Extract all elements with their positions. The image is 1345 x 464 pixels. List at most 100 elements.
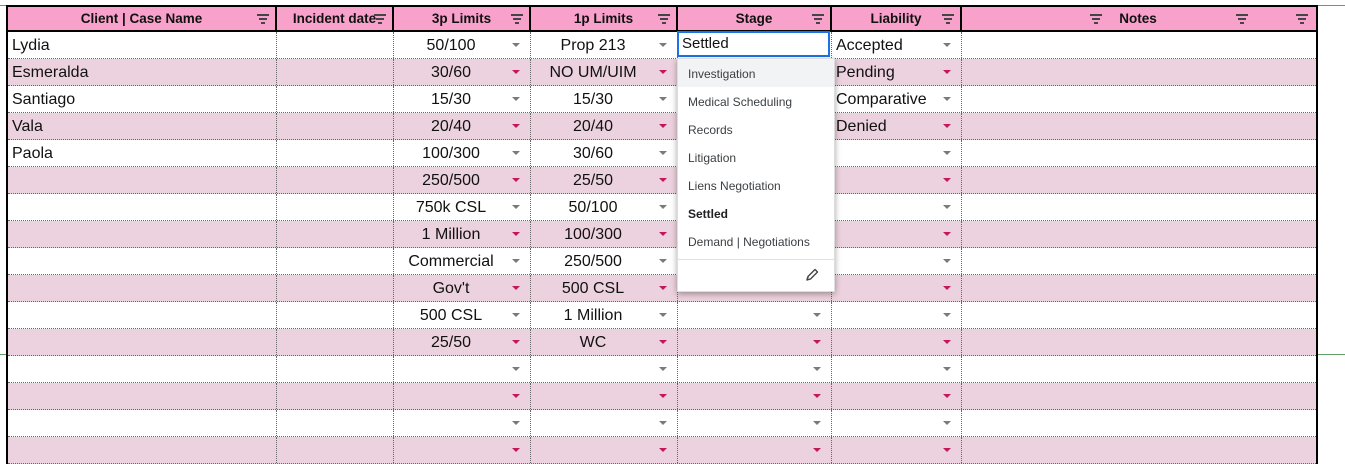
- client-name-cell[interactable]: Lydia: [8, 32, 277, 58]
- liability-cell[interactable]: [832, 167, 962, 193]
- chevron-down-icon[interactable]: [659, 394, 667, 398]
- filter-icon[interactable]: [257, 14, 269, 24]
- incident-date-cell[interactable]: [277, 410, 394, 436]
- chevron-down-icon[interactable]: [512, 340, 520, 344]
- chevron-down-icon[interactable]: [512, 178, 520, 182]
- liability-cell[interactable]: [832, 437, 962, 463]
- chevron-down-icon[interactable]: [943, 394, 951, 398]
- chevron-down-icon[interactable]: [512, 394, 520, 398]
- incident-date-cell[interactable]: [277, 59, 394, 85]
- incident-date-cell[interactable]: [277, 275, 394, 301]
- filter-icon[interactable]: [511, 14, 523, 24]
- filter-icon[interactable]: [1296, 14, 1308, 24]
- client-name-cell[interactable]: [8, 329, 277, 355]
- chevron-down-icon[interactable]: [943, 70, 951, 74]
- incident-date-cell[interactable]: [277, 113, 394, 139]
- limits-1p-cell[interactable]: [531, 356, 678, 382]
- client-name-cell[interactable]: [8, 275, 277, 301]
- limits-1p-cell[interactable]: Prop 213: [531, 32, 678, 58]
- limits-1p-cell[interactable]: 250/500: [531, 248, 678, 274]
- notes-cell[interactable]: [962, 32, 1314, 58]
- chevron-down-icon[interactable]: [813, 340, 821, 344]
- chevron-down-icon[interactable]: [943, 97, 951, 101]
- limits-3p-cell[interactable]: 50/100: [394, 32, 531, 58]
- dropdown-option[interactable]: Investigation: [678, 59, 834, 87]
- filter-icon[interactable]: [942, 14, 954, 24]
- chevron-down-icon[interactable]: [943, 178, 951, 182]
- chevron-down-icon[interactable]: [512, 232, 520, 236]
- liability-cell[interactable]: [832, 221, 962, 247]
- chevron-down-icon[interactable]: [943, 151, 951, 155]
- pencil-icon[interactable]: [804, 267, 820, 283]
- client-name-cell[interactable]: Esmeralda: [8, 59, 277, 85]
- chevron-down-icon[interactable]: [813, 394, 821, 398]
- chevron-down-icon[interactable]: [943, 421, 951, 425]
- chevron-down-icon[interactable]: [512, 259, 520, 263]
- limits-3p-cell[interactable]: 750k CSL: [394, 194, 531, 220]
- client-name-cell[interactable]: Paola: [8, 140, 277, 166]
- incident-date-cell[interactable]: [277, 248, 394, 274]
- liability-cell[interactable]: Accepted: [832, 32, 962, 58]
- chevron-down-icon[interactable]: [659, 151, 667, 155]
- liability-cell[interactable]: Denied: [832, 113, 962, 139]
- header-limits-1p[interactable]: 1p Limits: [531, 7, 678, 30]
- client-name-cell[interactable]: [8, 248, 277, 274]
- chevron-down-icon[interactable]: [512, 448, 520, 452]
- limits-3p-cell[interactable]: [394, 356, 531, 382]
- client-name-cell[interactable]: Santiago: [8, 86, 277, 112]
- chevron-down-icon[interactable]: [512, 43, 520, 47]
- stage-cell-editor[interactable]: Settled: [677, 31, 830, 57]
- header-stage[interactable]: Stage: [678, 7, 832, 30]
- limits-3p-cell[interactable]: 1 Million: [394, 221, 531, 247]
- chevron-down-icon[interactable]: [659, 448, 667, 452]
- incident-date-cell[interactable]: [277, 167, 394, 193]
- incident-date-cell[interactable]: [277, 140, 394, 166]
- limits-3p-cell[interactable]: 100/300: [394, 140, 531, 166]
- notes-cell[interactable]: [962, 221, 1314, 247]
- header-notes[interactable]: Notes: [962, 7, 1314, 30]
- limits-3p-cell[interactable]: 30/60: [394, 59, 531, 85]
- chevron-down-icon[interactable]: [512, 205, 520, 209]
- incident-date-cell[interactable]: [277, 221, 394, 247]
- limits-3p-cell[interactable]: [394, 437, 531, 463]
- chevron-down-icon[interactable]: [512, 421, 520, 425]
- chevron-down-icon[interactable]: [813, 421, 821, 425]
- limits-1p-cell[interactable]: 500 CSL: [531, 275, 678, 301]
- stage-cell[interactable]: [678, 383, 832, 409]
- notes-cell[interactable]: [962, 140, 1314, 166]
- limits-3p-cell[interactable]: 500 CSL: [394, 302, 531, 328]
- client-name-cell[interactable]: [8, 356, 277, 382]
- chevron-down-icon[interactable]: [943, 286, 951, 290]
- liability-cell[interactable]: [832, 383, 962, 409]
- limits-1p-cell[interactable]: NO UM/UIM: [531, 59, 678, 85]
- notes-cell[interactable]: [962, 167, 1314, 193]
- chevron-down-icon[interactable]: [512, 151, 520, 155]
- notes-cell[interactable]: [962, 194, 1314, 220]
- chevron-down-icon[interactable]: [512, 367, 520, 371]
- limits-1p-cell[interactable]: 20/40: [531, 113, 678, 139]
- incident-date-cell[interactable]: [277, 329, 394, 355]
- incident-date-cell[interactable]: [277, 437, 394, 463]
- notes-cell[interactable]: [962, 302, 1314, 328]
- limits-3p-cell[interactable]: 25/50: [394, 329, 531, 355]
- notes-cell[interactable]: [962, 248, 1314, 274]
- dropdown-option[interactable]: Demand | Negotiations: [678, 227, 834, 255]
- limits-1p-cell[interactable]: [531, 410, 678, 436]
- liability-cell[interactable]: [832, 275, 962, 301]
- limits-1p-cell[interactable]: 50/100: [531, 194, 678, 220]
- chevron-down-icon[interactable]: [659, 124, 667, 128]
- limits-1p-cell[interactable]: 100/300: [531, 221, 678, 247]
- stage-cell[interactable]: [678, 410, 832, 436]
- notes-cell[interactable]: [962, 410, 1314, 436]
- chevron-down-icon[interactable]: [659, 286, 667, 290]
- chevron-down-icon[interactable]: [512, 97, 520, 101]
- chevron-down-icon[interactable]: [813, 313, 821, 317]
- notes-cell[interactable]: [962, 383, 1314, 409]
- incident-date-cell[interactable]: [277, 86, 394, 112]
- chevron-down-icon[interactable]: [659, 340, 667, 344]
- chevron-down-icon[interactable]: [943, 367, 951, 371]
- liability-cell[interactable]: [832, 410, 962, 436]
- incident-date-cell[interactable]: [277, 383, 394, 409]
- stage-cell[interactable]: [678, 437, 832, 463]
- chevron-down-icon[interactable]: [943, 259, 951, 263]
